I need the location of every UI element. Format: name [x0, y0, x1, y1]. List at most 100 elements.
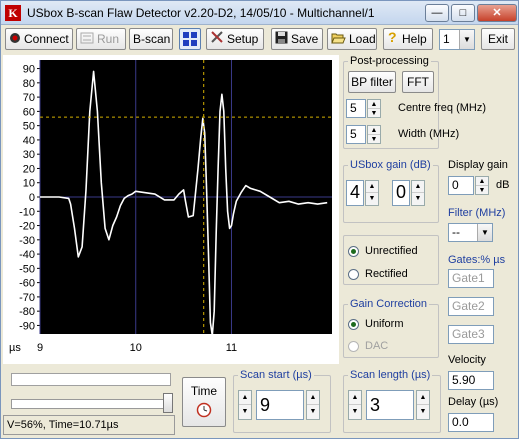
- app-logo-icon: K: [5, 5, 21, 21]
- clock-icon: [186, 402, 222, 421]
- x-tick-label: 9: [37, 342, 43, 354]
- exit-label: Exit: [487, 32, 508, 46]
- connect-label: Connect: [24, 32, 69, 46]
- rectified-radio[interactable]: [348, 269, 359, 280]
- chevron-down-icon[interactable]: ▼: [459, 30, 474, 49]
- close-button[interactable]: ✕: [477, 4, 517, 22]
- unrectified-radio[interactable]: [348, 246, 359, 257]
- y-tick-label: -50: [19, 263, 35, 275]
- connect-button[interactable]: Connect: [5, 28, 73, 50]
- width-input[interactable]: 5: [346, 125, 366, 144]
- bscan-button[interactable]: B-scan: [129, 28, 173, 50]
- filter-select[interactable]: -- ▼: [448, 223, 493, 242]
- bp-filter-button[interactable]: BP filter: [348, 71, 396, 93]
- x-tick-label: 10: [130, 342, 142, 354]
- x-unit-label: µs: [9, 342, 21, 354]
- floppy-icon: [275, 30, 288, 50]
- fft-label: FFT: [407, 75, 429, 89]
- velocity-input[interactable]: 5.90: [448, 371, 494, 390]
- display-gain-input[interactable]: 0: [448, 176, 474, 195]
- usbox-gain-group: USbox gain (dB) 4 ▲ ▼ 0 ▲ ▼: [343, 159, 439, 223]
- y-tick-label: 80: [23, 78, 35, 90]
- bp-filter-label: BP filter: [351, 75, 393, 89]
- toolbar: Connect Run B-scan Setup Save Load ? Help…: [3, 28, 517, 52]
- scan-start-fine-spinner[interactable]: ▲ ▼: [306, 390, 320, 420]
- svg-text:?: ?: [388, 30, 397, 44]
- y-tick-label: -30: [19, 235, 35, 247]
- exit-button[interactable]: Exit: [481, 28, 515, 50]
- position-slider-track[interactable]: [11, 399, 171, 409]
- scan-length-group: Scan length (µs) ▲ ▼ 3 ▲ ▼: [343, 369, 441, 433]
- rectified-label: Rectified: [365, 268, 408, 280]
- dac-radio[interactable]: [348, 341, 359, 352]
- y-tick-label: -10: [19, 206, 35, 218]
- time-label: Time: [190, 384, 218, 398]
- status-bar: V=56%, Time=10.71µs: [3, 415, 175, 435]
- y-tick-label: 70: [23, 92, 35, 104]
- unrectified-label: Unrectified: [365, 245, 418, 257]
- y-tick-label: 20: [23, 163, 35, 175]
- x-tick-label: 11: [226, 342, 237, 354]
- y-tick-label: 90: [23, 64, 35, 76]
- gain-correction-group: Gain Correction Uniform DAC: [343, 298, 439, 358]
- channel-select[interactable]: 1 ▼: [439, 29, 475, 50]
- position-slider-thumb[interactable]: [163, 393, 173, 413]
- y-tick-label: 40: [23, 135, 35, 147]
- delay-input[interactable]: 0.0: [448, 413, 494, 432]
- centre-freq-input[interactable]: 5: [346, 99, 366, 118]
- bscan-label: B-scan: [133, 32, 171, 46]
- load-button[interactable]: Load: [327, 28, 377, 50]
- save-button[interactable]: Save: [271, 28, 323, 50]
- load-label: Load: [349, 32, 376, 46]
- minimize-button[interactable]: —: [425, 4, 449, 22]
- horizontal-scrollbar[interactable]: [11, 373, 171, 386]
- y-tick-label: -60: [19, 278, 35, 290]
- window-title: USbox B-scan Flaw Detector v2.20-D2, 14/…: [27, 6, 375, 20]
- folder-open-icon: [331, 30, 346, 50]
- gate1-input[interactable]: Gate1: [448, 269, 494, 288]
- gain-coarse-spinner[interactable]: ▲ ▼: [365, 180, 379, 206]
- usbox-gain-title: USbox gain (dB): [348, 159, 433, 171]
- delay-label: Delay (µs): [448, 396, 499, 408]
- chevron-down-icon[interactable]: ▼: [477, 224, 492, 241]
- scan-length-input[interactable]: 3: [366, 390, 414, 420]
- uniform-radio[interactable]: [348, 319, 359, 330]
- scan-length-fine-spinner[interactable]: ▲ ▼: [416, 390, 430, 420]
- gain-fine-input[interactable]: 0: [392, 180, 410, 206]
- display-gain-title: Display gain: [448, 159, 508, 171]
- centre-freq-label: Centre freq (MHz): [398, 102, 487, 114]
- scan-length-coarse-spinner[interactable]: ▲ ▼: [348, 390, 362, 420]
- scan-start-coarse-spinner[interactable]: ▲ ▼: [238, 390, 252, 420]
- scan-start-title: Scan start (µs): [238, 369, 314, 381]
- centre-freq-spinner[interactable]: ▲ ▼: [367, 99, 381, 118]
- setup-button[interactable]: Setup: [206, 28, 264, 50]
- velocity-label: Velocity: [448, 354, 486, 366]
- setup-label: Setup: [227, 32, 259, 46]
- display-gain-unit: dB: [496, 179, 510, 191]
- fft-button[interactable]: FFT: [402, 71, 434, 93]
- width-label: Width (MHz): [398, 128, 460, 140]
- help-button[interactable]: ? Help: [383, 28, 433, 50]
- y-tick-label: 10: [23, 178, 35, 190]
- gate2-input[interactable]: Gate2: [448, 297, 494, 316]
- width-spinner[interactable]: ▲ ▼: [367, 125, 381, 144]
- gain-coarse-input[interactable]: 4: [346, 180, 364, 206]
- app-window: K USbox B-scan Flaw Detector v2.20-D2, 1…: [0, 0, 519, 439]
- gate3-input[interactable]: Gate3: [448, 325, 494, 344]
- y-tick-label: 50: [23, 121, 35, 133]
- title-bar: K USbox B-scan Flaw Detector v2.20-D2, 1…: [1, 1, 518, 25]
- gain-fine-spinner[interactable]: ▲ ▼: [411, 180, 425, 206]
- scan-start-input[interactable]: 9: [256, 390, 304, 420]
- maximize-button[interactable]: □: [451, 4, 475, 22]
- run-button[interactable]: Run: [76, 28, 126, 50]
- grid-icon: [180, 32, 200, 52]
- grid-view-button[interactable]: [179, 28, 201, 50]
- gates-title: Gates:% µs: [448, 254, 506, 266]
- y-tick-label: -80: [19, 306, 35, 318]
- y-tick-label: 0: [29, 192, 35, 204]
- filter-value: --: [452, 225, 460, 239]
- time-button[interactable]: Time: [182, 377, 226, 427]
- filter-title: Filter (MHz): [448, 207, 506, 219]
- display-gain-spinner[interactable]: ▲ ▼: [475, 176, 489, 195]
- channel-value: 1: [443, 32, 450, 46]
